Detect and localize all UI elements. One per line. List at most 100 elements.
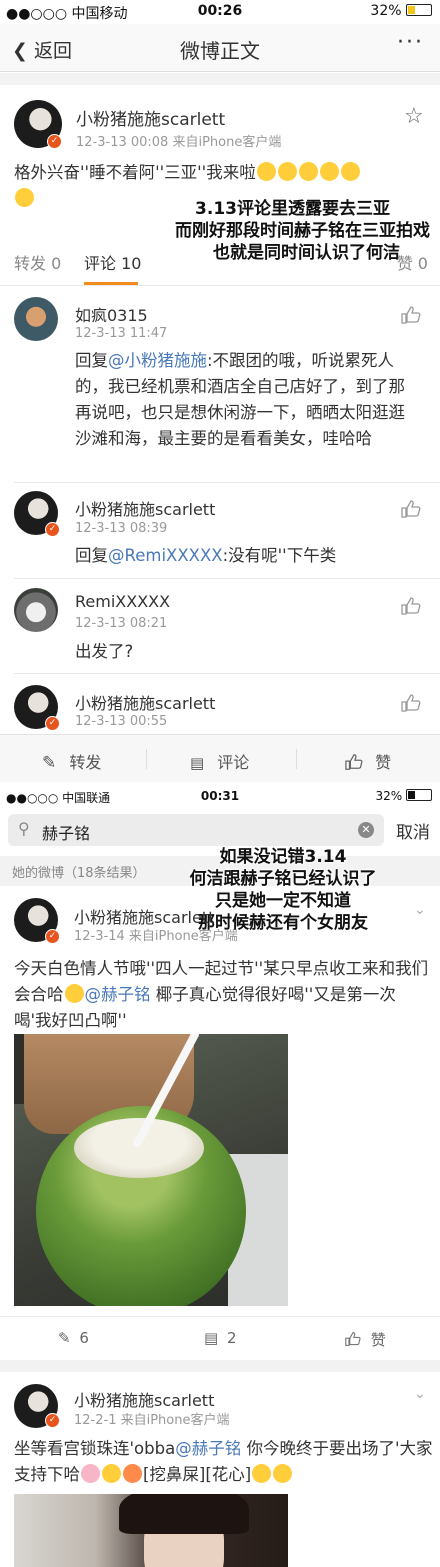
battery-icon <box>406 789 432 801</box>
battery-icon <box>406 4 432 16</box>
repost-count: 6 <box>79 1329 89 1347</box>
chevron-down-icon[interactable]: ⌄ <box>414 1386 426 1402</box>
status-bar: ●●○○○ 中国联通 00:31 32% <box>0 786 440 808</box>
comment-count: 2 <box>226 1329 237 1347</box>
laugh-emoji-icon <box>123 1464 142 1483</box>
verified-badge-icon: ✓ <box>45 1413 60 1428</box>
thumbs-up-icon[interactable] <box>400 693 422 713</box>
post-text-content: 格外兴奋''睡不着阿''三亚''我来啦 <box>14 163 256 182</box>
comment-username[interactable]: 小粉猪施施scarlett <box>75 690 215 714</box>
page-title: 微博正文 <box>180 39 260 63</box>
action-bar: ✎ 转发 ▤ 评论 赞 <box>0 734 440 782</box>
like-button[interactable]: 赞 <box>344 1329 386 1350</box>
search-field[interactable]: ⚲ 赫子铭 ✕ <box>8 814 384 846</box>
thinking-emoji-icon <box>15 188 34 207</box>
comment-time: 12-3-13 00:55 <box>75 714 168 729</box>
tab-comment[interactable]: 评论 10 <box>84 250 141 274</box>
mention-link[interactable]: @RemiXXXXX <box>108 546 223 565</box>
comment-text: 出发了? <box>75 642 134 661</box>
selfie-photo[interactable] <box>14 1494 288 1567</box>
verified-badge-icon: ✓ <box>47 134 62 149</box>
verified-badge-icon: ✓ <box>45 522 60 537</box>
grin-emoji-icon <box>277 162 297 181</box>
thumbs-up-icon[interactable] <box>400 305 422 325</box>
post-text: 今天白色情人节哦''四人一起过节''某只早点收工来和我们会合哈 @赫子铭 椰子真心… <box>14 956 432 1034</box>
star-icon[interactable]: ☆ <box>404 104 424 129</box>
post-text-c: [挖鼻屎][花心] <box>143 1465 252 1484</box>
divider <box>14 482 440 483</box>
thumbs-up-icon <box>344 1331 367 1349</box>
more-button[interactable]: ··· <box>397 30 424 55</box>
mention-link[interactable]: @赫子铭 <box>175 1439 241 1458</box>
grin-emoji-icon <box>298 162 318 181</box>
pig-emoji-icon <box>81 1464 100 1483</box>
result-count-label: 她的微博（18条结果） <box>12 866 146 881</box>
post-meta: 12-3-13 00:08 来自iPhone客户端 <box>76 135 282 150</box>
mention-link[interactable]: @小粉猪施施 <box>108 351 207 370</box>
annotation-line: 如果没记错3.14 <box>219 847 347 867</box>
comment-icon: ▤ <box>190 754 205 772</box>
thumbs-up-icon[interactable] <box>400 596 422 616</box>
post-action-row: ✎ 6 ▤ 2 赞 <box>0 1316 440 1360</box>
edit-icon: ✎ <box>42 753 57 773</box>
clear-icon[interactable]: ✕ <box>358 822 374 838</box>
thinking-emoji-icon <box>340 162 360 181</box>
detail-tabs: 转发 0 评论 10 赞 0 <box>0 240 440 286</box>
comment-button[interactable]: ▤ 评论 <box>190 749 249 773</box>
repost-button[interactable]: ✎ 6 <box>58 1329 89 1347</box>
battery-indicator: 32% <box>375 789 432 803</box>
chevron-down-icon[interactable]: ⌄ <box>414 902 426 918</box>
grin-emoji-icon <box>64 984 84 1003</box>
comment-username[interactable]: RemiXXXXX <box>75 592 170 611</box>
search-icon: ⚲ <box>18 819 30 838</box>
like-label: 赞 <box>375 753 392 772</box>
search-query[interactable]: 赫子铭 <box>42 820 90 844</box>
separator <box>146 749 147 769</box>
tab-repost[interactable]: 转发 0 <box>14 250 61 274</box>
comment-text: 回复@小粉猪施施:不跟团的哦，听说累死人的，我已经机票和酒店全自己店好了，到了那… <box>75 348 420 452</box>
coconut-photo[interactable] <box>14 1034 288 1306</box>
grin-emoji-icon <box>319 162 339 181</box>
tab-like[interactable]: 赞 0 <box>397 250 428 274</box>
avatar[interactable] <box>14 588 58 632</box>
annotation-line: 何洁跟赫子铭已经认识了 <box>189 869 377 889</box>
comment-username[interactable]: 如疯0315 <box>75 302 148 326</box>
cancel-button[interactable]: 取消 <box>396 818 430 843</box>
battery-percent: 32% <box>370 3 402 19</box>
battery-indicator: 32% <box>370 3 432 19</box>
like-button[interactable]: 赞 <box>344 749 391 773</box>
avatar[interactable] <box>14 297 58 341</box>
smile-emoji-icon <box>273 1464 293 1483</box>
comment-icon: ▤ <box>204 1329 219 1347</box>
section-gap <box>0 73 440 85</box>
mention-link[interactable]: @赫子铭 <box>85 985 151 1004</box>
divider <box>14 673 440 674</box>
divider <box>14 578 440 579</box>
comment-time: 12-3-13 11:47 <box>75 326 168 341</box>
repost-label: 转发 <box>69 753 102 772</box>
thumbs-up-icon <box>344 753 369 772</box>
section-gap <box>0 1360 440 1372</box>
like-label: 赞 <box>370 1331 386 1349</box>
verified-badge-icon: ✓ <box>45 716 60 731</box>
post-username[interactable]: 小粉猪施施scarlett <box>76 105 225 130</box>
annotation-line: 3.13评论里透露要去三亚 <box>195 199 390 219</box>
repost-button[interactable]: ✎ 转发 <box>42 749 101 773</box>
active-tab-indicator <box>84 282 138 285</box>
edit-icon: ✎ <box>58 1329 71 1347</box>
grin-emoji-icon <box>102 1464 121 1483</box>
thumbs-up-icon[interactable] <box>400 499 422 519</box>
status-time: 00:31 <box>200 789 240 803</box>
separator <box>296 749 297 769</box>
post-meta: 12-2-1 来自iPhone客户端 <box>74 1413 230 1428</box>
status-bar: ●●○○○ 中国移动 00:26 32% <box>0 0 440 22</box>
comment-label: 评论 <box>217 753 250 772</box>
comment-username[interactable]: 小粉猪施施scarlett <box>75 496 215 520</box>
comment-time: 12-3-13 08:39 <box>75 521 168 536</box>
post-username[interactable]: 小粉猪施施scarlett <box>74 1387 214 1411</box>
verified-badge-icon: ✓ <box>45 929 60 944</box>
nav-bar: ❮ 返回 微博正文 ··· <box>0 24 440 72</box>
comment-button[interactable]: ▤ 2 <box>204 1329 237 1347</box>
battery-percent: 32% <box>375 789 403 803</box>
post-text-a: 坐等看宫锁珠连'obba <box>14 1439 176 1458</box>
